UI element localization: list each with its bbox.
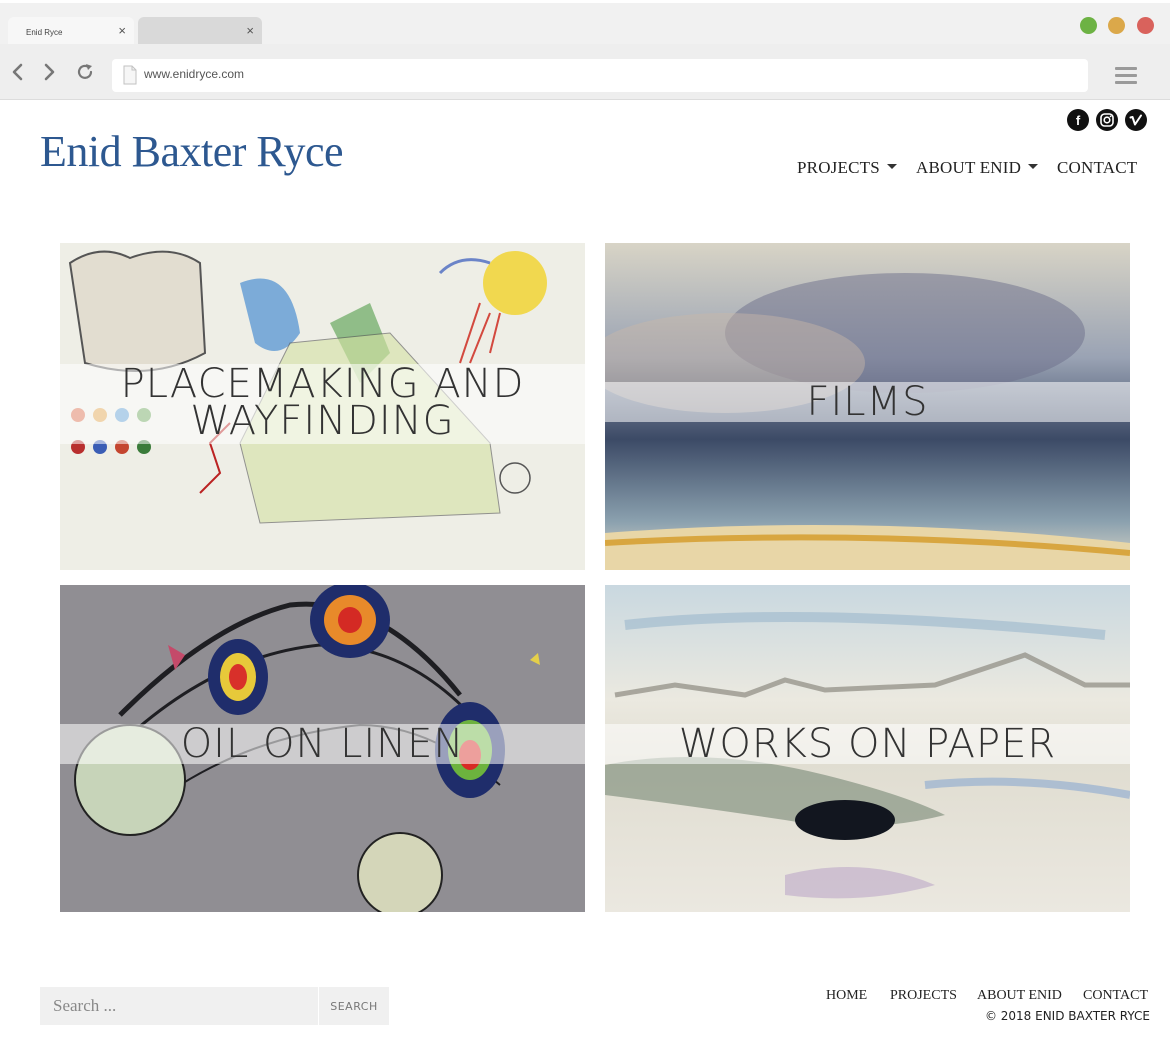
footer-link-home[interactable]: HOME bbox=[826, 988, 867, 1004]
tile-films[interactable]: FILMS bbox=[605, 243, 1130, 570]
site-title[interactable]: Enid Baxter Ryce bbox=[40, 126, 344, 177]
browser-tab-active[interactable]: Enid Ryce × bbox=[8, 17, 134, 47]
nav-about-label: ABOUT ENID bbox=[916, 158, 1022, 177]
search-button[interactable]: SEARCH bbox=[319, 987, 389, 1025]
footer-link-projects[interactable]: PROJECTS bbox=[890, 988, 957, 1004]
nav-contact-label: CONTACT bbox=[1057, 158, 1138, 177]
search-input[interactable] bbox=[40, 987, 318, 1025]
url-text: www.enidryce.com bbox=[144, 67, 245, 81]
nav-projects-label: PROJECTS bbox=[797, 158, 880, 177]
reload-icon[interactable] bbox=[75, 62, 95, 82]
caret-down-icon bbox=[1028, 164, 1039, 169]
instagram-icon[interactable] bbox=[1096, 109, 1118, 131]
svg-text:f: f bbox=[1076, 113, 1081, 128]
forward-arrow-icon[interactable] bbox=[39, 62, 59, 82]
browser-menu-icon[interactable] bbox=[1115, 67, 1137, 85]
browser-toolbar: www.enidryce.com bbox=[0, 44, 1170, 100]
browser-tab-inactive[interactable]: × bbox=[138, 17, 262, 47]
tab-title: Enid Ryce bbox=[26, 28, 63, 37]
caret-down-icon bbox=[886, 164, 897, 169]
nav-projects[interactable]: PROJECTS bbox=[797, 158, 897, 178]
footer-link-about-enid[interactable]: ABOUT ENID bbox=[977, 988, 1062, 1004]
tab-close-icon[interactable]: × bbox=[246, 24, 254, 38]
tile-oil-on-linen[interactable]: OIL ON LINEN bbox=[60, 585, 585, 912]
tab-close-icon[interactable]: × bbox=[118, 24, 126, 38]
tile-label: WORKS ON PAPER bbox=[678, 721, 1057, 767]
vimeo-icon[interactable] bbox=[1125, 109, 1147, 131]
window-minimize-button[interactable] bbox=[1080, 17, 1097, 34]
back-arrow-icon[interactable] bbox=[8, 62, 28, 82]
tile-label: FILMS bbox=[806, 379, 929, 425]
nav-contact[interactable]: CONTACT bbox=[1057, 158, 1137, 178]
tile-label: OIL ON LINEN bbox=[180, 721, 465, 767]
window-close-button[interactable] bbox=[1137, 17, 1154, 34]
nav-about-enid[interactable]: ABOUT ENID bbox=[916, 158, 1039, 178]
facebook-icon[interactable]: f bbox=[1067, 109, 1089, 131]
browser-tab-strip: Enid Ryce × × bbox=[0, 0, 1170, 47]
tile-works-on-paper[interactable]: WORKS ON PAPER bbox=[605, 585, 1130, 912]
footer-link-contact[interactable]: CONTACT bbox=[1083, 988, 1148, 1004]
window-maximize-button[interactable] bbox=[1108, 17, 1125, 34]
tile-label-line2: WAYFINDING bbox=[190, 398, 455, 444]
copyright-text: © 2018 ENID BAXTER RYCE bbox=[984, 1009, 1150, 1023]
page-icon bbox=[123, 65, 137, 85]
tile-placemaking[interactable]: PLACEMAKING AND WAYFINDING bbox=[60, 243, 585, 570]
address-bar[interactable]: www.enidryce.com bbox=[112, 59, 1088, 92]
